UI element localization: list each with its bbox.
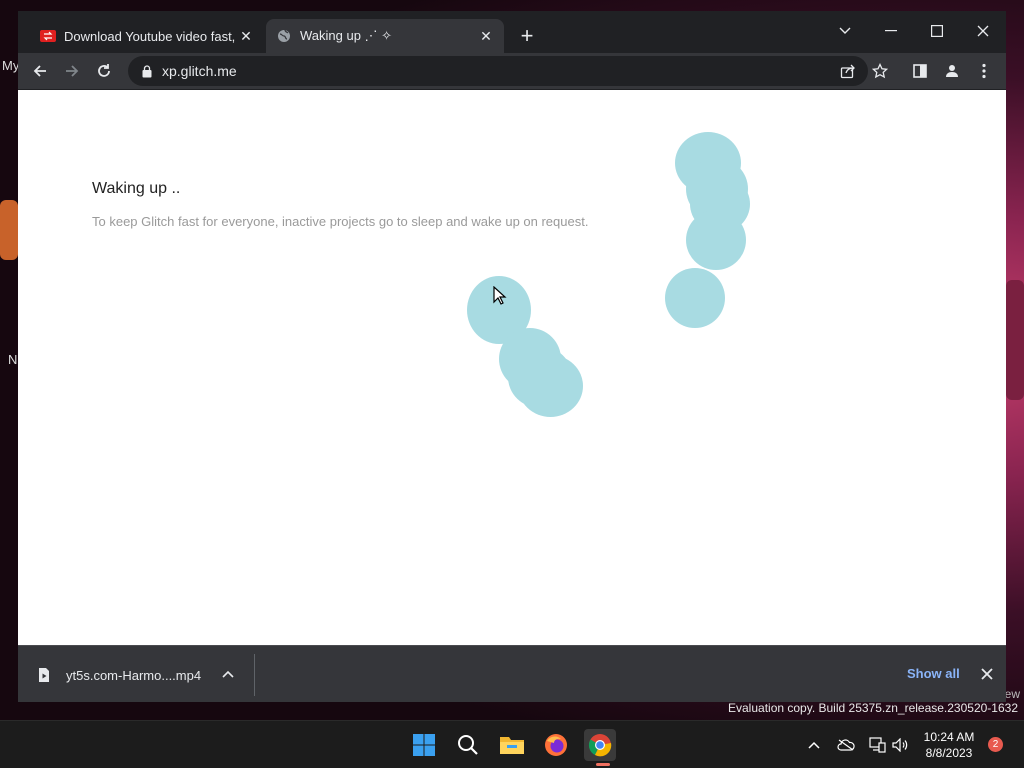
minimize-button[interactable] [871, 17, 911, 45]
kebab-menu-icon[interactable] [972, 59, 996, 83]
browser-toolbar: xp.glitch.me [18, 53, 1006, 89]
side-panel-icon[interactable] [908, 59, 932, 83]
download-divider [254, 654, 255, 696]
page-description: To keep Glitch fast for everyone, inacti… [92, 214, 589, 229]
tab-title: Waking up ⋰ ✧ [300, 28, 393, 43]
show-all-button[interactable]: Show all [907, 666, 960, 681]
page-viewport: Waking up .. To keep Glitch fast for eve… [18, 90, 1006, 645]
wallpaper-fragment [1006, 280, 1024, 400]
tab-close-icon[interactable]: ✕ [478, 28, 494, 45]
desktop-icon-fragment [0, 200, 18, 260]
close-window-button[interactable] [963, 17, 1003, 45]
onedrive-offline-icon[interactable] [836, 735, 856, 755]
download-shelf: yt5s.com-Harmo....mp4 Show all [18, 645, 1006, 702]
taskbar: 10:24 AM 8/8/2023 2 [0, 720, 1024, 768]
desktop-icon-label-mid: N [8, 352, 18, 367]
tab-waking-up[interactable]: Waking up ⋰ ✧ ✕ [266, 19, 504, 53]
loading-blob [686, 210, 746, 270]
desktop-icon-label-top: My [2, 58, 20, 73]
windows-start-icon[interactable] [408, 729, 440, 761]
reload-icon[interactable] [92, 59, 116, 83]
video-file-icon [36, 666, 52, 684]
tab-search-chevron-icon[interactable] [825, 17, 865, 45]
tab-close-icon[interactable]: ✕ [238, 28, 254, 45]
download-item[interactable]: yt5s.com-Harmo....mp4 [36, 660, 201, 690]
network-icon[interactable] [868, 735, 888, 755]
windows-evaluation-watermark: Evaluation copy. Build 25375.zn_release.… [728, 701, 1018, 715]
forward-arrow-icon[interactable] [60, 59, 84, 83]
system-clock[interactable]: 10:24 AM 8/8/2023 [914, 729, 984, 761]
chrome-icon[interactable] [584, 729, 616, 761]
lock-icon[interactable] [140, 64, 154, 78]
new-tab-button[interactable]: + [516, 25, 538, 47]
tab-strip: Download Youtube video fast, co ✕ Waking… [18, 11, 1006, 53]
file-explorer-icon[interactable] [496, 729, 528, 761]
tab-youtube-downloader[interactable]: Download Youtube video fast, co ✕ [30, 19, 264, 53]
address-bar[interactable]: xp.glitch.me [128, 56, 868, 86]
back-arrow-icon[interactable] [28, 59, 52, 83]
chevron-up-icon[interactable] [804, 735, 824, 755]
browser-window: Download Youtube video fast, co ✕ Waking… [18, 11, 1006, 702]
youtube-downloader-favicon-icon [40, 28, 56, 44]
firefox-icon[interactable] [540, 729, 572, 761]
loading-blob [518, 355, 583, 417]
loading-blob [665, 268, 725, 328]
chevron-up-icon[interactable] [220, 666, 236, 682]
search-icon[interactable] [452, 729, 484, 761]
active-app-indicator [596, 763, 610, 766]
globe-icon [276, 28, 292, 44]
clock-time: 10:24 AM [923, 730, 975, 744]
tab-title: Download Youtube video fast, co [64, 28, 238, 44]
share-icon[interactable] [836, 59, 860, 83]
mouse-cursor-icon [493, 285, 507, 311]
download-filename[interactable]: yt5s.com-Harmo....mp4 [66, 668, 201, 683]
close-download-bar-icon[interactable] [978, 665, 996, 683]
watermark-preview-fragment: ew [1004, 687, 1020, 701]
maximize-button[interactable] [917, 17, 957, 45]
profile-avatar-icon[interactable] [940, 59, 964, 83]
notification-badge[interactable]: 2 [988, 737, 1003, 752]
bookmark-star-icon[interactable] [868, 59, 892, 83]
page-heading: Waking up .. [92, 180, 181, 197]
url-text[interactable]: xp.glitch.me [162, 63, 237, 79]
clock-date: 8/8/2023 [925, 746, 973, 760]
volume-icon[interactable] [890, 735, 910, 755]
